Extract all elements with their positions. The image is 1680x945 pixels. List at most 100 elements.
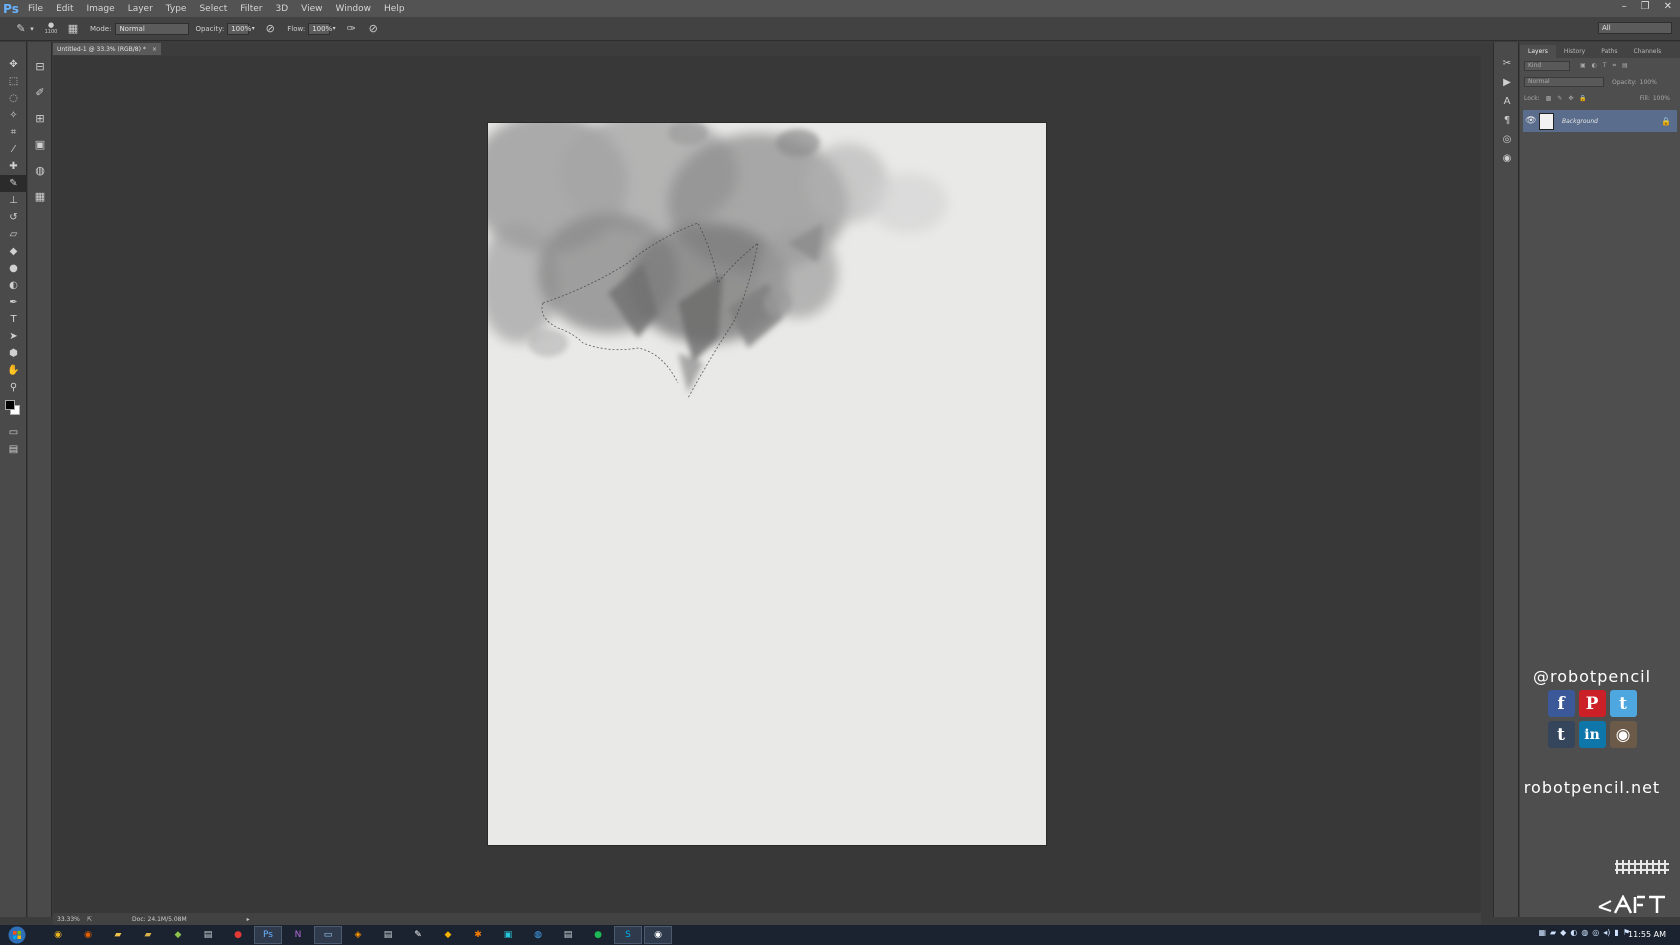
lock-options-icons[interactable]: ▩✎✥🔒 bbox=[1546, 95, 1593, 102]
properties-panel-icon[interactable]: ▣ bbox=[28, 132, 52, 156]
menu-edit[interactable]: Edit bbox=[50, 4, 80, 14]
screen-mode-icon[interactable]: ▤ bbox=[0, 441, 27, 458]
brush-panel-icon[interactable]: ✐ bbox=[28, 80, 52, 104]
crop-tool-icon[interactable]: ⌗ bbox=[0, 124, 27, 141]
canvas-area[interactable] bbox=[53, 56, 1481, 913]
blur-tool-icon[interactable]: ● bbox=[0, 260, 27, 277]
menu-select[interactable]: Select bbox=[193, 4, 234, 14]
taskbar-terminal-icon[interactable]: ▭ bbox=[314, 926, 342, 944]
taskbar-notes-icon[interactable]: ▤ bbox=[194, 926, 222, 944]
foreground-color-swatch[interactable] bbox=[5, 400, 15, 410]
shape-tool-icon[interactable]: ⬢ bbox=[0, 345, 27, 362]
clone-stamp-tool-icon[interactable]: ⊥ bbox=[0, 192, 27, 209]
close-icon[interactable]: × bbox=[152, 46, 157, 53]
taskbar-app4-icon[interactable]: ✱ bbox=[464, 926, 492, 944]
brush-presets-panel-icon[interactable]: ⊟ bbox=[28, 54, 52, 78]
taskbar-clock[interactable]: 11:55 AM bbox=[1628, 930, 1666, 939]
taskbar-skype-icon[interactable]: S bbox=[614, 926, 642, 944]
taskbar-app7-icon[interactable]: ▤ bbox=[554, 926, 582, 944]
taskbar-spotify-icon[interactable]: ● bbox=[584, 926, 612, 944]
taskbar-explorer-icon[interactable]: ▰ bbox=[104, 926, 132, 944]
taskbar-folder-icon[interactable]: ▰ bbox=[134, 926, 162, 944]
marquee-tool-icon[interactable]: ⬚ bbox=[0, 73, 27, 90]
path-selection-tool-icon[interactable]: ➤ bbox=[0, 328, 27, 345]
type-tool-icon[interactable]: T bbox=[0, 311, 27, 328]
layer-opacity-value[interactable]: 100% bbox=[1640, 79, 1657, 86]
pressure-opacity-icon[interactable]: ⊘ bbox=[263, 22, 277, 36]
status-menu-arrow-icon[interactable]: ▸ bbox=[247, 916, 250, 923]
tray-icon[interactable]: ▦ bbox=[1538, 928, 1546, 937]
taskbar-app3-icon[interactable]: ✎ bbox=[404, 926, 432, 944]
menu-3d[interactable]: 3D bbox=[270, 4, 296, 14]
menu-view[interactable]: View bbox=[295, 4, 329, 14]
brush-size-preview[interactable]: ● 1100 bbox=[42, 22, 60, 36]
navigator-panel-icon[interactable]: ◎ bbox=[1494, 130, 1520, 149]
taskbar-onenote-icon[interactable]: N bbox=[284, 926, 312, 944]
hand-tool-icon[interactable]: ✋ bbox=[0, 362, 27, 379]
menu-filter[interactable]: Filter bbox=[234, 4, 269, 14]
quick-mask-icon[interactable]: ▭ bbox=[0, 424, 27, 441]
tray-icon[interactable]: ◎ bbox=[1592, 928, 1599, 937]
taskbar-app6-icon[interactable]: ◍ bbox=[524, 926, 552, 944]
mode-select[interactable]: Normal bbox=[115, 22, 190, 35]
network-icon[interactable]: ▮ bbox=[1614, 928, 1618, 937]
paragraph-panel-icon[interactable]: ¶ bbox=[1494, 111, 1520, 130]
brush-preset-picker[interactable]: ✎ ▾ bbox=[14, 22, 36, 36]
eyedropper-tool-icon[interactable]: ⁄ bbox=[0, 141, 27, 158]
blend-mode-select[interactable]: Normal bbox=[1524, 77, 1604, 87]
chevron-down-icon[interactable]: ▾ bbox=[330, 22, 338, 36]
brush-tool-icon[interactable]: ✎ bbox=[0, 175, 27, 192]
menu-layer[interactable]: Layer bbox=[122, 4, 160, 14]
layer-row-background[interactable]: 👁 Background 🔒 bbox=[1523, 110, 1677, 132]
taskbar-recorder-icon[interactable]: ● bbox=[224, 926, 252, 944]
start-button[interactable] bbox=[4, 925, 30, 945]
taskbar-firefox-icon[interactable]: ◉ bbox=[74, 926, 102, 944]
pen-tool-icon[interactable]: ✒ bbox=[0, 294, 27, 311]
tray-icon[interactable]: ▰ bbox=[1550, 928, 1556, 937]
tab-history[interactable]: History bbox=[1556, 45, 1593, 58]
zoom-tool-icon[interactable]: ⚲ bbox=[0, 379, 27, 396]
tray-icon[interactable]: ◐ bbox=[1570, 928, 1577, 937]
menu-file[interactable]: File bbox=[22, 4, 50, 14]
layer-kind-filter[interactable]: Kind bbox=[1524, 61, 1570, 71]
airbrush-icon[interactable]: ✑ bbox=[344, 22, 358, 36]
tray-icon[interactable]: ◆ bbox=[1560, 928, 1566, 937]
move-tool-icon[interactable]: ✥ bbox=[0, 56, 27, 73]
healing-brush-tool-icon[interactable]: ✚ bbox=[0, 158, 27, 175]
volume-icon[interactable]: ◂) bbox=[1603, 928, 1610, 937]
minimize-icon[interactable]: – bbox=[1622, 1, 1627, 12]
tools-preset-panel-icon[interactable]: ✂ bbox=[1494, 54, 1520, 73]
flow-field[interactable]: 100% bbox=[308, 22, 332, 35]
taskbar-document-icon[interactable]: ▤ bbox=[374, 926, 402, 944]
pressure-size-icon[interactable]: ⊘ bbox=[366, 22, 380, 36]
history-brush-tool-icon[interactable]: ↺ bbox=[0, 209, 27, 226]
menu-help[interactable]: Help bbox=[378, 4, 412, 14]
eye-icon[interactable]: 👁 bbox=[1523, 116, 1539, 126]
taskbar-chrome-icon[interactable]: ◉ bbox=[44, 926, 72, 944]
document-tab[interactable]: Untitled-1 @ 33.3% (RGB/8) * × bbox=[53, 43, 161, 55]
tab-channels[interactable]: Channels bbox=[1626, 45, 1670, 58]
chevron-down-icon[interactable]: ▾ bbox=[249, 22, 257, 36]
tray-icon[interactable]: ◍ bbox=[1581, 928, 1588, 937]
opacity-field[interactable]: 100% bbox=[227, 22, 251, 35]
fill-value[interactable]: 100% bbox=[1653, 95, 1670, 102]
taskbar-app5-icon[interactable]: ▣ bbox=[494, 926, 522, 944]
tab-layers[interactable]: Layers bbox=[1520, 45, 1556, 58]
taskbar-app8-icon[interactable]: ◉ bbox=[644, 926, 672, 944]
layer-filter-icons[interactable]: ▣◐T⌗▤ bbox=[1580, 62, 1634, 70]
taskbar-app2-icon[interactable]: ◈ bbox=[344, 926, 372, 944]
restore-icon[interactable]: ❐ bbox=[1641, 1, 1650, 12]
info-panel-icon[interactable]: ◉ bbox=[1494, 149, 1520, 168]
color-panel-icon[interactable]: ◍ bbox=[28, 158, 52, 182]
swatches-panel-icon[interactable]: ▦ bbox=[28, 184, 52, 208]
menu-image[interactable]: Image bbox=[81, 4, 122, 14]
lasso-tool-icon[interactable]: ◌ bbox=[0, 90, 27, 107]
character-panel-icon[interactable]: A bbox=[1494, 92, 1520, 111]
menu-window[interactable]: Window bbox=[330, 4, 379, 14]
dodge-tool-icon[interactable]: ◐ bbox=[0, 277, 27, 294]
workspace-select[interactable]: All bbox=[1598, 22, 1672, 34]
eraser-tool-icon[interactable]: ▱ bbox=[0, 226, 27, 243]
close-icon[interactable]: ✕ bbox=[1664, 1, 1672, 12]
paint-bucket-tool-icon[interactable]: ◆ bbox=[0, 243, 27, 260]
export-icon[interactable]: ⇱ bbox=[87, 916, 92, 923]
